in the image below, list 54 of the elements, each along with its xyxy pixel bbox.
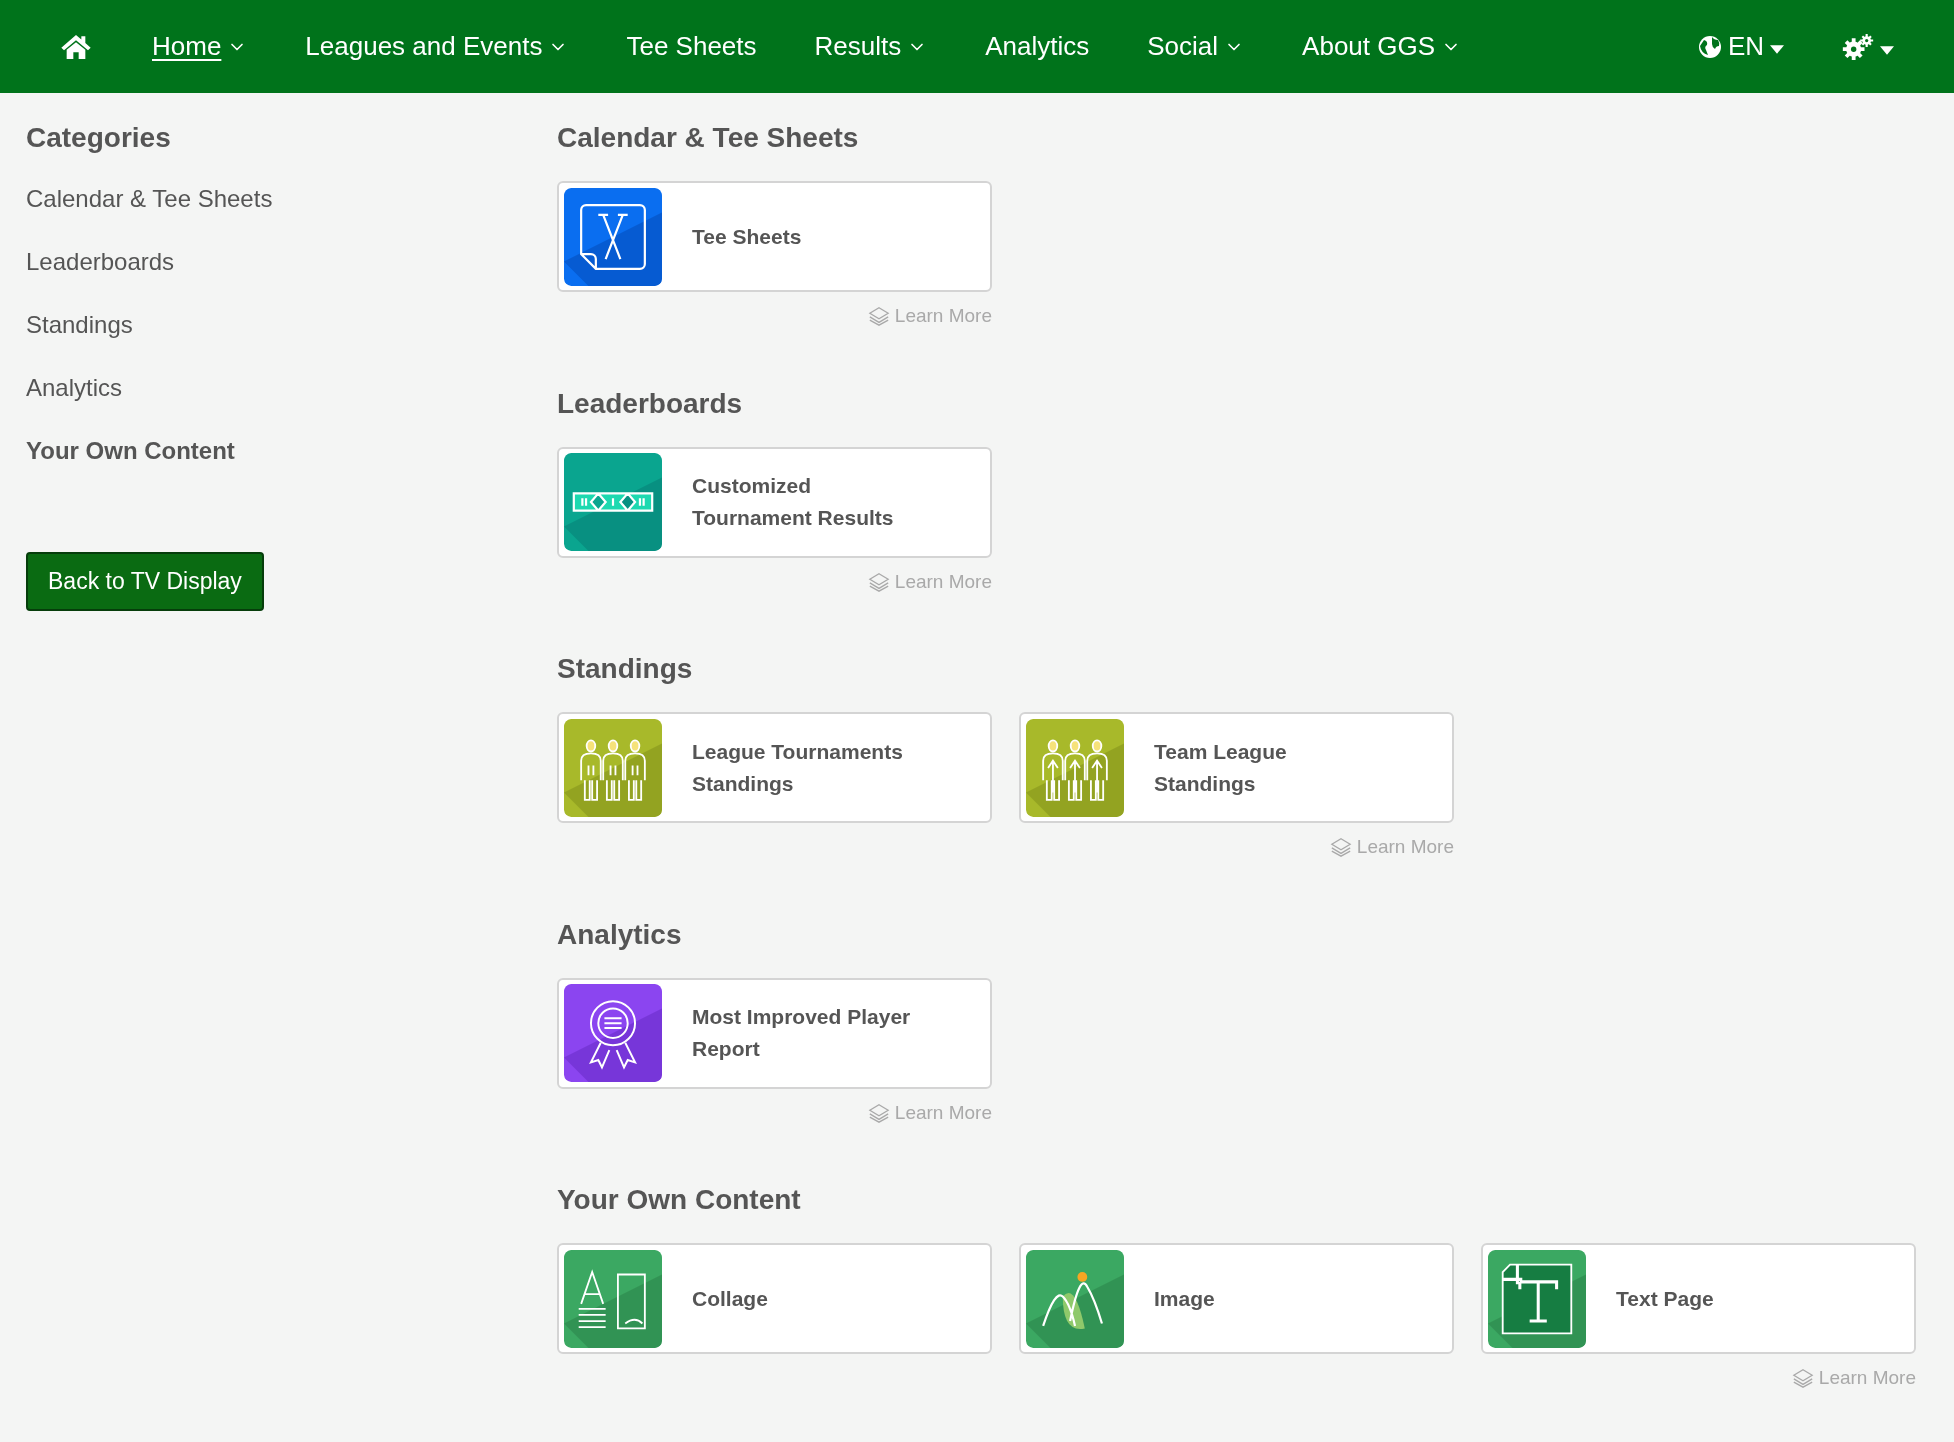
nav-link[interactable]: Home (152, 27, 248, 66)
section-heading: Analytics (557, 917, 683, 952)
layers-icon (866, 1101, 891, 1124)
section-heading: Leaderboards (557, 386, 744, 421)
category-link[interactable]: Calendar & Tee Sheets (26, 167, 273, 230)
tile-label: Tee Sheets (692, 223, 803, 250)
section-heading: Standings (557, 652, 694, 686)
feature-tile[interactable]: Most Improved Player Report (557, 977, 992, 1089)
layers-icon (866, 570, 891, 593)
settings-icon (1842, 33, 1874, 60)
category-link[interactable]: Analytics (26, 356, 123, 419)
tile-label: Collage (692, 1285, 769, 1312)
sidebar-title: Categories (26, 121, 172, 155)
tile-icon (564, 718, 662, 817)
category-link[interactable]: Leaderboards (26, 230, 175, 293)
section-heading: Your Own Content (557, 1183, 802, 1217)
layers-icon (1328, 836, 1353, 859)
category-link[interactable]: Your Own Content (26, 419, 235, 482)
feature-tile[interactable]: Customized Tournament Results (557, 446, 992, 558)
tile-label: Text Page (1616, 1285, 1715, 1312)
layers-icon (1790, 1367, 1815, 1390)
tile-icon (564, 187, 662, 286)
settings-dropdown[interactable] (1842, 33, 1894, 60)
tile-icon (564, 1249, 662, 1348)
nav-link[interactable]: Leagues and Events (305, 27, 569, 66)
back-to-tv-display-button[interactable]: Back to TV Display (26, 552, 264, 611)
language-dropdown[interactable]: EN (1697, 27, 1784, 66)
layers-icon (866, 305, 891, 328)
feature-tile[interactable]: Collage (557, 1243, 992, 1354)
tile-icon (1026, 718, 1124, 817)
tile-label: Team League Standings (1154, 738, 1288, 797)
category-link[interactable]: Standings (26, 293, 133, 356)
nav-link[interactable]: Social (1147, 27, 1245, 66)
nav-link[interactable]: Results (814, 27, 928, 66)
caret-icon (1770, 45, 1784, 54)
nav-link[interactable]: About GGS (1302, 27, 1462, 66)
tile-label: Most Improved Player Report (692, 1004, 912, 1062)
nav-link[interactable]: Tee Sheets (626, 27, 757, 66)
feature-tile[interactable]: League Tournaments Standings (557, 712, 992, 823)
tile-label: Customized Tournament Results (692, 473, 895, 531)
feature-tile[interactable]: Team League Standings (1019, 712, 1454, 823)
feature-tile[interactable]: Text Page (1481, 1243, 1916, 1354)
feature-tile[interactable]: Image (1019, 1243, 1454, 1354)
tile-icon (1026, 1249, 1124, 1348)
globe-icon (1697, 34, 1722, 59)
tile-icon (564, 453, 662, 551)
tile-label: Image (1154, 1285, 1216, 1312)
tile-icon (564, 984, 662, 1082)
nav-link[interactable]: Analytics (985, 27, 1090, 66)
tile-label: League Tournaments Standings (692, 738, 904, 797)
feature-tile[interactable]: Tee Sheets (557, 181, 992, 292)
tile-icon (1488, 1249, 1586, 1348)
section-heading: Calendar & Tee Sheets (557, 121, 860, 155)
caret-icon (1880, 46, 1894, 55)
